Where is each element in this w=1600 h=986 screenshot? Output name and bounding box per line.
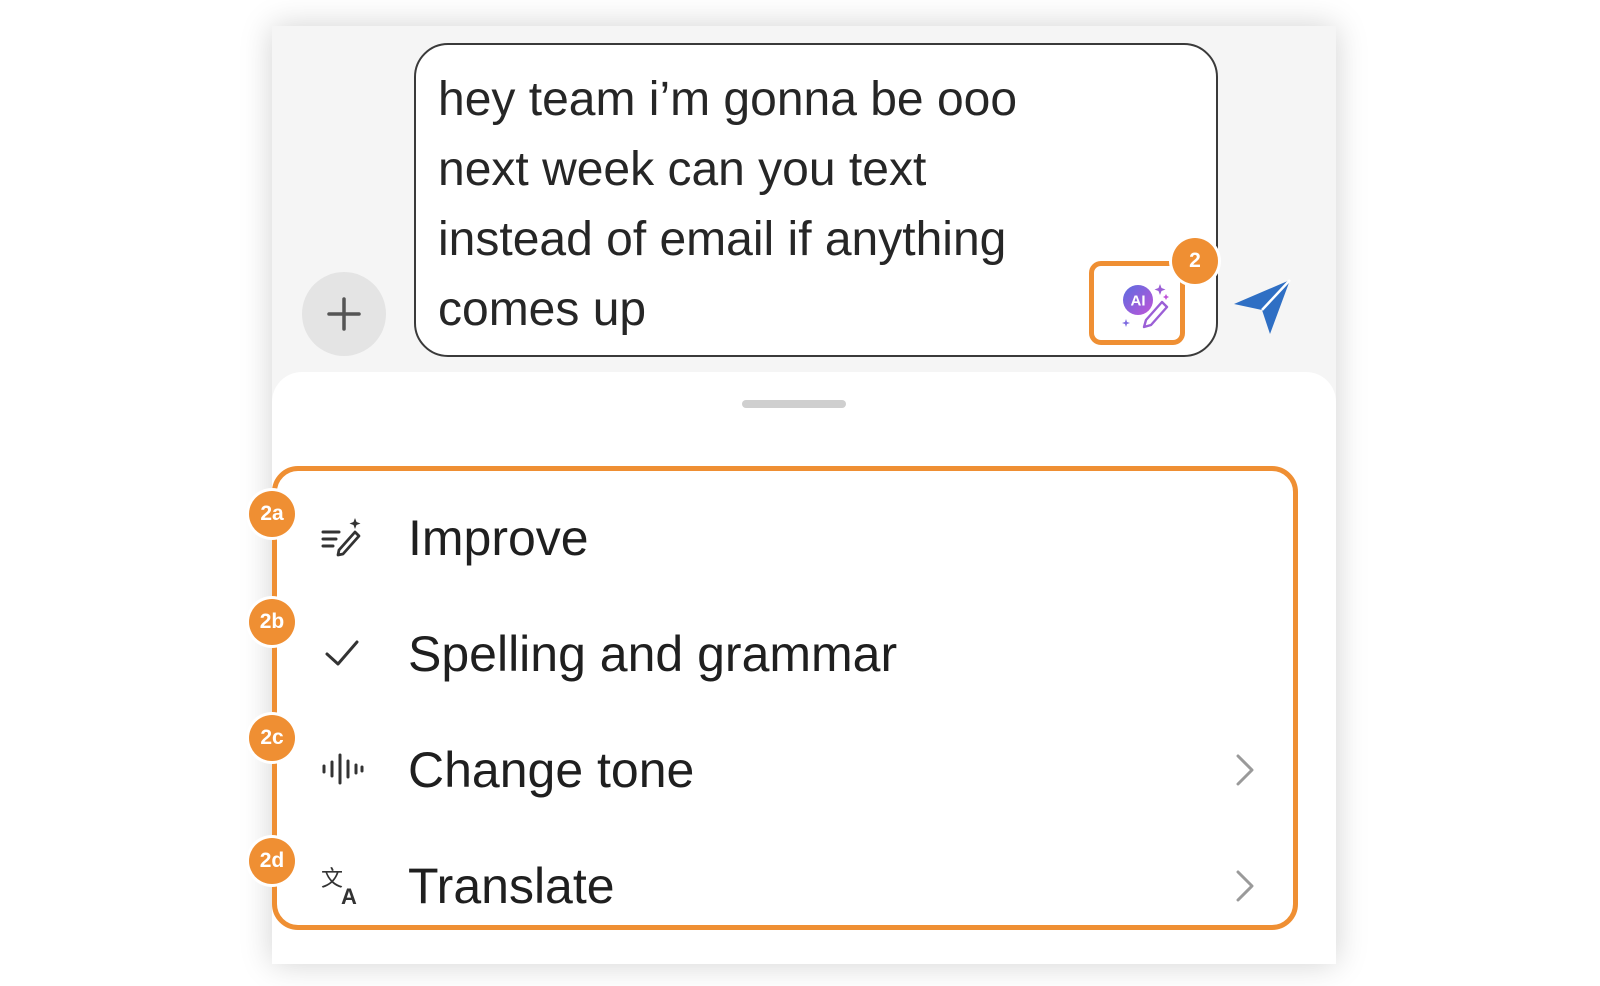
- add-attachment-button[interactable]: [302, 272, 386, 356]
- callout-menu-highlight: [272, 466, 1298, 930]
- callout-badge-2b: 2b: [249, 599, 295, 645]
- sheet-grabber[interactable]: [742, 400, 846, 408]
- plus-icon: [327, 297, 361, 331]
- callout-badge-2a: 2a: [249, 491, 295, 537]
- message-text[interactable]: hey team i’m gonna be ooo next week can …: [438, 65, 1128, 345]
- callout-badge-2d: 2d: [249, 838, 295, 884]
- send-button[interactable]: [1230, 274, 1296, 340]
- send-paper-plane-icon: [1234, 279, 1291, 334]
- callout-badge-2: 2: [1172, 238, 1218, 284]
- callout-ai-button-highlight: [1089, 261, 1185, 345]
- callout-badge-2c: 2c: [249, 715, 295, 761]
